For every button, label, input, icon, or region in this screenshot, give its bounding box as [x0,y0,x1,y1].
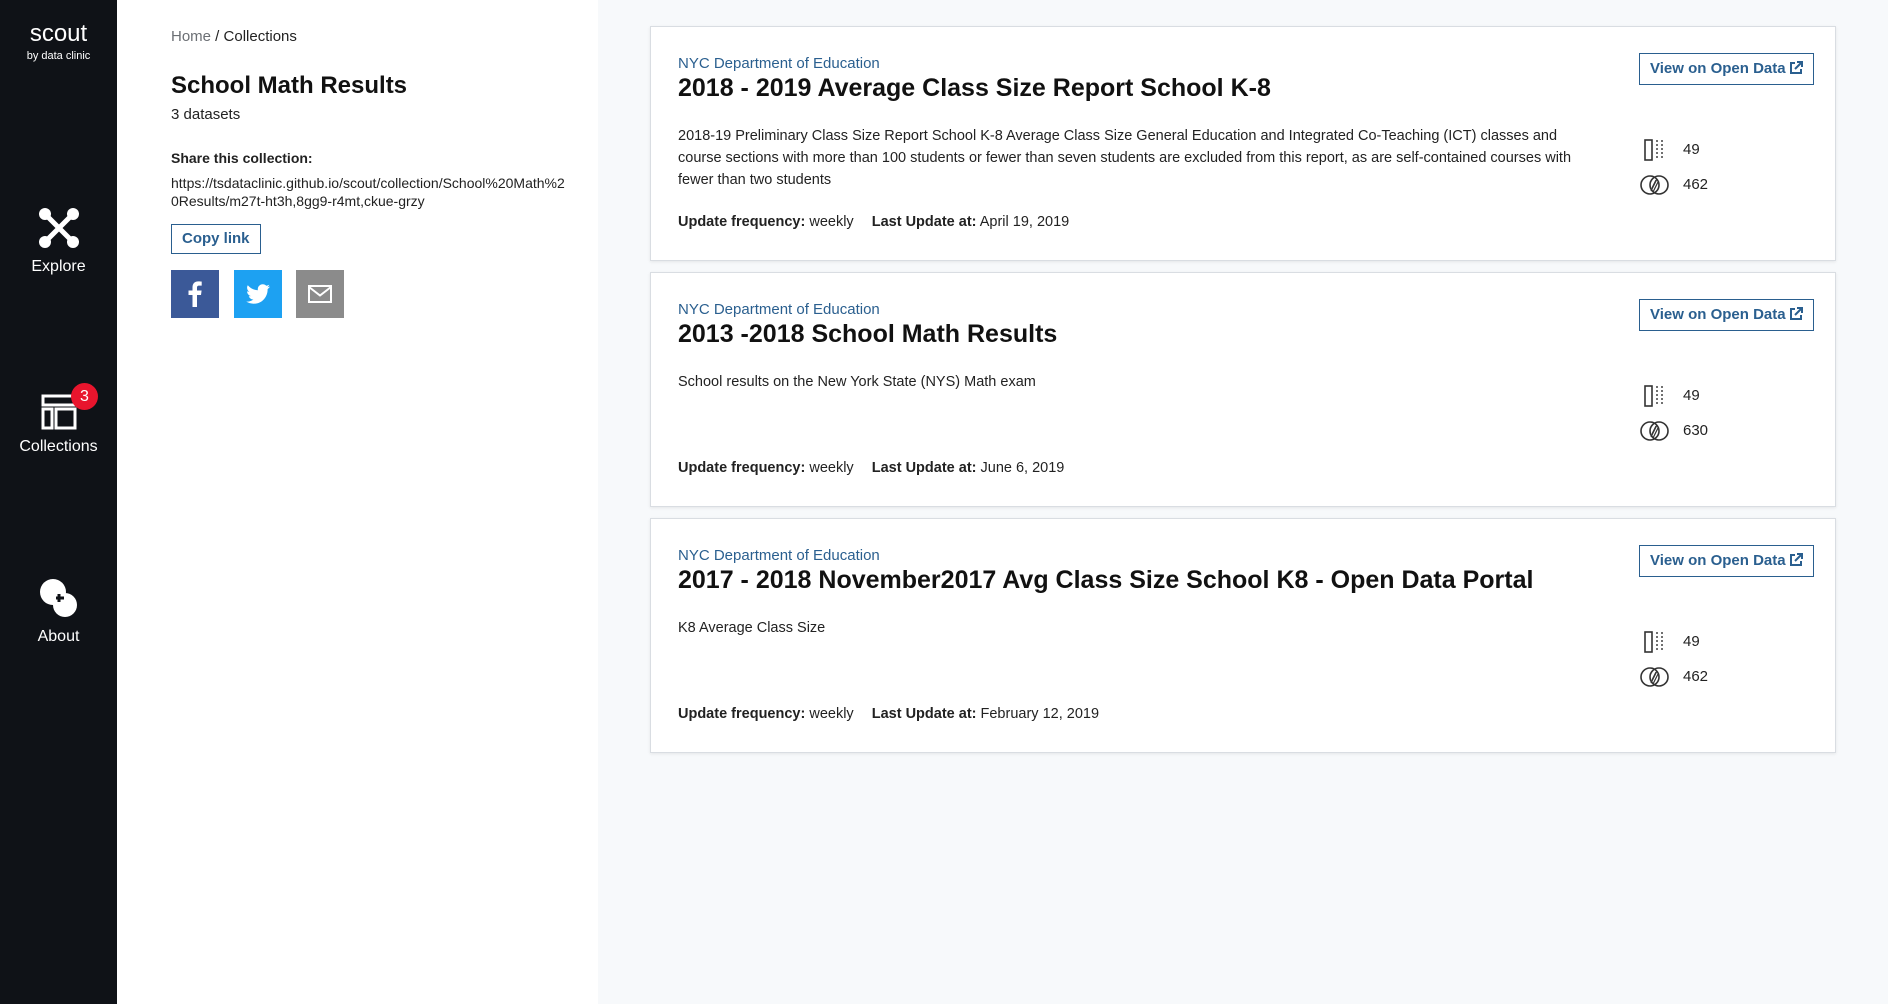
row-count-value: 462 [1683,176,1709,193]
breadcrumb-home-link[interactable]: Home [171,28,211,45]
last-update-value: April 19, 2019 [979,214,1070,230]
nav-label-explore: Explore [31,258,86,275]
update-frequency-label: Update frequency: [678,460,806,476]
collections-count-badge: 3 [71,383,98,410]
brand-subtitle: by data clinic [26,50,91,62]
update-frequency-label: Update frequency: [678,214,806,230]
rows-icon [1639,173,1671,201]
explore-icon [0,206,117,250]
breadcrumb: Home / Collections [171,28,297,45]
nav-item-explore[interactable]: Explore [0,206,117,276]
dataset-card[interactable]: NYC Department of Education 2017 - 2018 … [650,518,1836,753]
about-icon [0,576,117,620]
view-on-open-data-button[interactable]: View on Open Data [1639,299,1814,331]
nav-label-about: About [37,628,80,645]
column-count-value: 49 [1683,387,1700,404]
dataset-count: 3 datasets [171,106,241,123]
share-twitter-button[interactable] [234,270,282,318]
last-update-value: June 6, 2019 [980,460,1065,476]
view-on-open-data-button[interactable]: View on Open Data [1639,545,1814,577]
nav-item-collections[interactable]: 3 Collections [0,383,117,456]
dataset-agency: NYC Department of Education [678,55,880,72]
dataset-meta: Update frequency: weekly Last Update at:… [678,460,1064,476]
side-nav: scout by data clinic Explore 3 Collectio… [0,0,117,1004]
email-icon [296,270,344,318]
external-link-icon [1786,552,1803,569]
rows-icon [1639,419,1671,447]
dataset-card[interactable]: NYC Department of Education 2013 -2018 S… [650,272,1836,507]
collections-icon [0,394,117,430]
dataset-agency: NYC Department of Education [678,301,880,318]
dataset-agency: NYC Department of Education [678,547,880,564]
dataset-meta: Update frequency: weekly Last Update at:… [678,214,1069,230]
view-on-open-data-button[interactable]: View on Open Data [1639,53,1814,85]
nav-item-about[interactable]: About [0,576,117,646]
dataset-list: NYC Department of Education 2018 - 2019 … [650,26,1836,764]
dataset-description: 2018-19 Preliminary Class Size Report Sc… [678,128,1572,188]
update-frequency-value: weekly [809,460,854,476]
twitter-icon [234,270,282,318]
row-count-value: 630 [1683,422,1709,439]
dataset-description: School results on the New York State (NY… [678,374,1036,390]
columns-icon [1639,630,1669,658]
view-on-open-data-label: View on Open Data [1650,306,1786,323]
breadcrumb-separator: / [211,28,224,45]
breadcrumb-current: Collections [223,28,297,45]
dataset-description: K8 Average Class Size [678,620,826,636]
columns-icon [1639,138,1669,166]
facebook-icon [171,270,219,318]
last-update-label: Last Update at: [871,706,977,722]
dataset-title[interactable]: 2013 -2018 School Math Results [678,320,1057,349]
collection-panel: Home / Collections School Math Results 3… [117,0,598,1004]
last-update-label: Last Update at: [871,460,977,476]
collection-title: School Math Results [171,72,408,99]
external-link-icon [1786,306,1803,323]
nav-label-collections: Collections [19,438,98,455]
share-email-button[interactable] [296,270,344,318]
external-link-icon [1786,60,1803,77]
update-frequency-value: weekly [809,706,854,722]
last-update-label: Last Update at: [871,214,977,230]
column-count-value: 49 [1683,141,1700,158]
view-on-open-data-label: View on Open Data [1650,60,1786,77]
dataset-title[interactable]: 2017 - 2018 November2017 Avg Class Size … [678,566,1533,595]
brand-name: scout [29,20,88,47]
dataset-meta: Update frequency: weekly Last Update at:… [678,706,1099,722]
share-label: Share this collection: [171,150,313,166]
update-frequency-label: Update frequency: [678,706,806,722]
share-facebook-button[interactable] [171,270,219,318]
update-frequency-value: weekly [809,214,854,230]
dataset-title[interactable]: 2018 - 2019 Average Class Size Report Sc… [678,74,1271,103]
last-update-value: February 12, 2019 [980,706,1100,722]
row-count-value: 462 [1683,668,1709,685]
column-count-value: 49 [1683,633,1700,650]
view-on-open-data-label: View on Open Data [1650,552,1786,569]
copy-link-button[interactable]: Copy link [171,224,261,254]
share-url: https://tsdataclinic.github.io/scout/col… [171,175,565,209]
dataset-card[interactable]: NYC Department of Education 2018 - 2019 … [650,26,1836,261]
rows-icon [1639,665,1671,693]
brand-logo[interactable]: scout by data clinic [0,20,117,62]
columns-icon [1639,384,1669,412]
